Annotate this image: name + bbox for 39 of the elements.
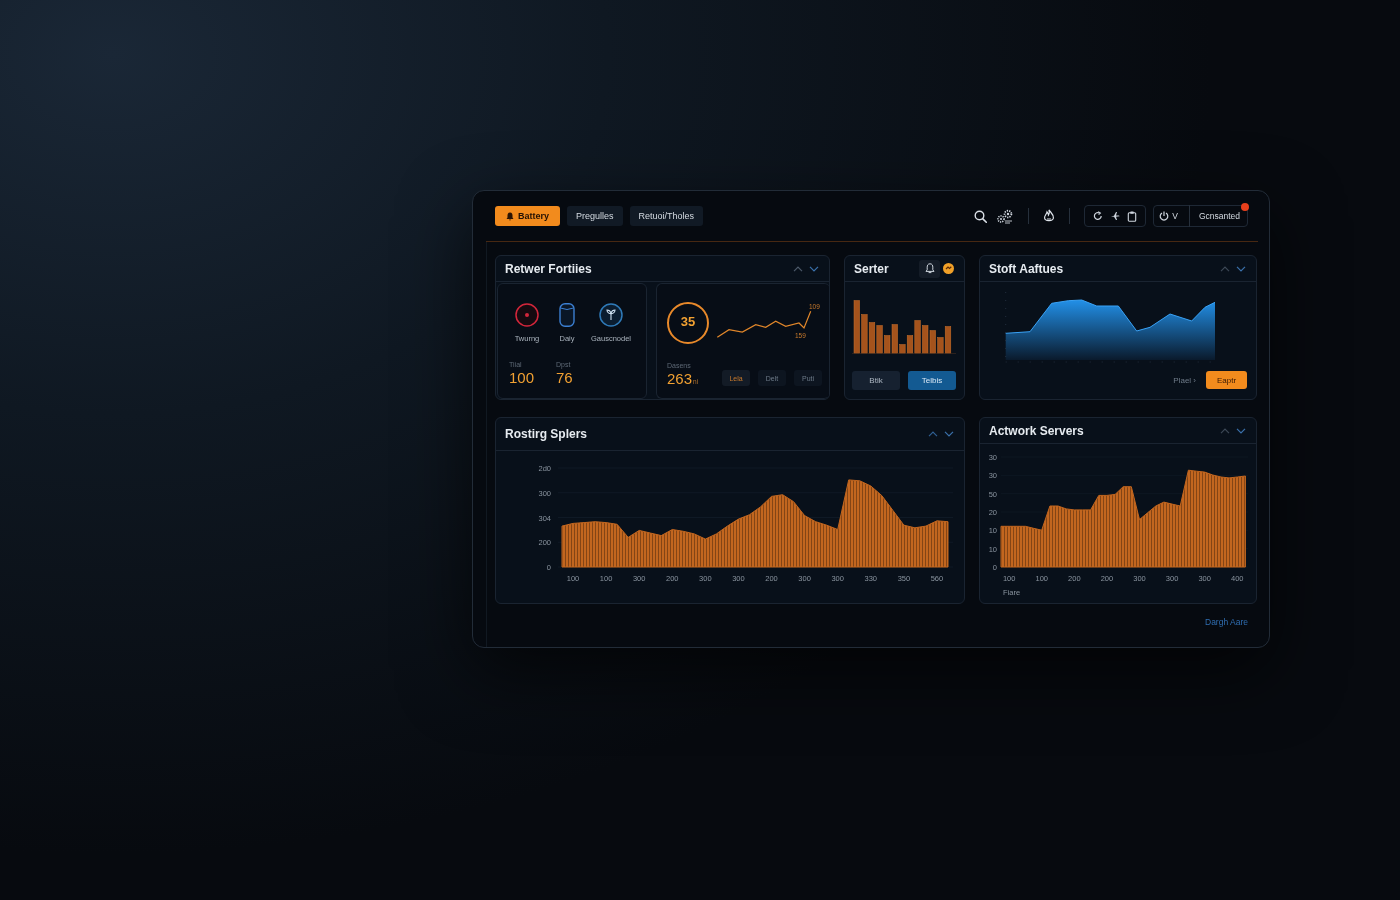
- stat-value: 263: [667, 370, 693, 387]
- panel-title: Stoft Aaftues: [989, 261, 1064, 276]
- chevron-down-icon[interactable]: [944, 431, 954, 437]
- footer-link[interactable]: Dargh Aare: [1205, 617, 1248, 627]
- tab[interactable]: Battery: [495, 206, 560, 226]
- bell-button[interactable]: [919, 259, 940, 278]
- account-name[interactable]: Gcnsanted: [1198, 211, 1240, 221]
- action-button[interactable]: Eaptr: [1206, 371, 1247, 389]
- chevron-down-icon[interactable]: [1236, 265, 1246, 272]
- power-icon[interactable]: [1159, 211, 1170, 221]
- clipboard-icon[interactable]: [1127, 210, 1138, 222]
- gears-icon[interactable]: [996, 208, 1015, 224]
- chevron-down-icon[interactable]: [809, 265, 819, 272]
- chevron-down-icon[interactable]: [1236, 427, 1246, 434]
- bell-icon: [506, 211, 514, 221]
- toggle-button[interactable]: Btik: [852, 371, 900, 390]
- chevron-up-icon[interactable]: [928, 431, 938, 437]
- tab[interactable]: Pregulles: [567, 206, 623, 226]
- panel-title: Actwork Servers: [989, 423, 1084, 438]
- flame-icon[interactable]: [1043, 209, 1056, 223]
- target-icon: [515, 303, 539, 327]
- panel-title: Rostirg Splers: [505, 427, 588, 441]
- search-icon[interactable]: [974, 209, 988, 223]
- plane-icon[interactable]: [1110, 211, 1121, 221]
- refresh-icon[interactable]: [1093, 211, 1104, 221]
- bell-icon: [924, 263, 935, 274]
- text-link[interactable]: Plael ›: [1173, 375, 1196, 385]
- panel-title: Retwer Fortiies: [505, 261, 592, 276]
- stat-value: 76: [556, 369, 574, 386]
- chevron-up-icon[interactable]: [793, 265, 803, 272]
- cylinder-icon: [559, 303, 575, 327]
- toggle-button[interactable]: Telbis: [908, 371, 956, 390]
- stat-value: 100: [509, 369, 536, 386]
- gauge-value: 35: [680, 313, 696, 329]
- panel-title: Serter: [854, 261, 889, 276]
- sprout-circle-icon: [599, 303, 623, 327]
- tab[interactable]: Retuoi/Tholes: [629, 206, 704, 226]
- status-badge-icon: [943, 263, 954, 274]
- power-menu-label[interactable]: V: [1172, 211, 1178, 221]
